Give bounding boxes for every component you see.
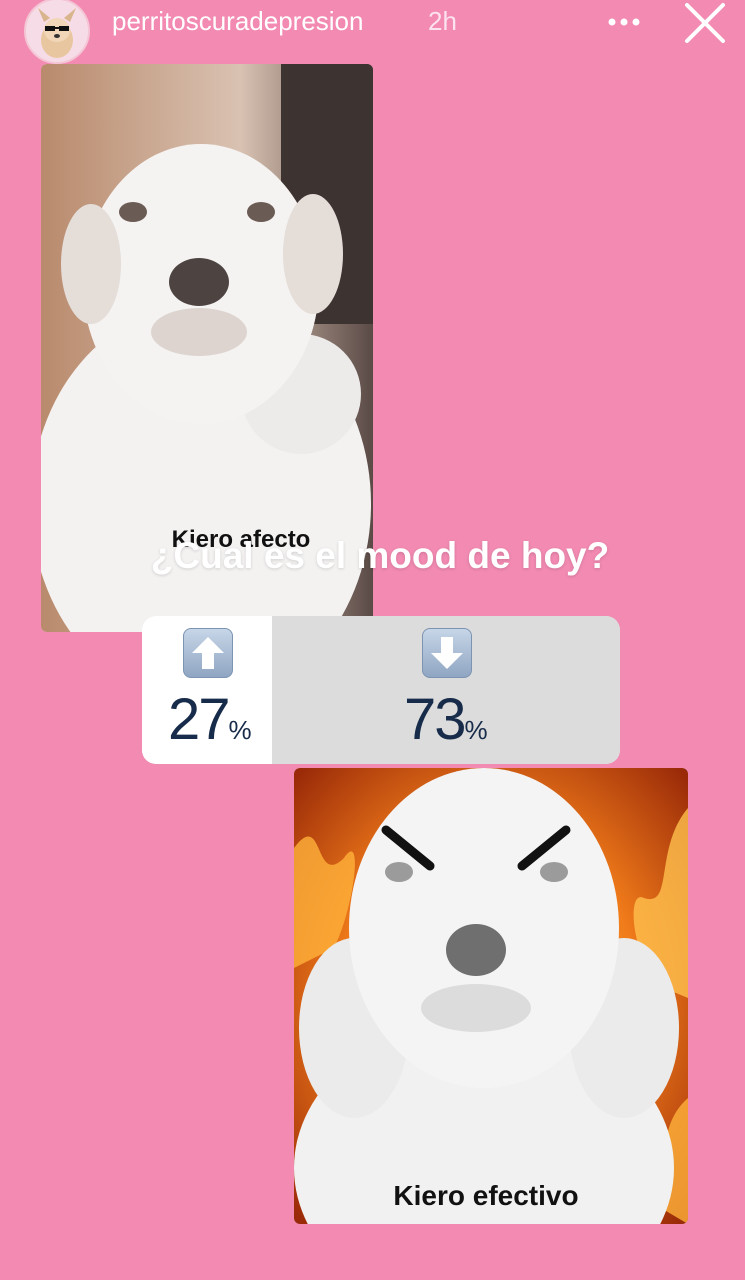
dog-with-sunglasses-icon (26, 0, 88, 62)
poll-percent-up: 27% (168, 686, 252, 753)
poll-question: ¿Cual es el mood de hoy? (150, 535, 610, 576)
poll-option-up[interactable]: 27% (142, 616, 272, 764)
percent-value: 27 (168, 687, 230, 752)
percent-sign: % (464, 715, 488, 745)
poll-sticker: 27% 73% (142, 616, 620, 764)
username[interactable]: perritoscuradepresion (112, 6, 363, 37)
avatar[interactable] (24, 0, 90, 64)
close-icon[interactable] (682, 0, 728, 46)
percent-sign: % (228, 715, 252, 745)
story-header: perritoscuradepresion 2h (0, 0, 745, 64)
arrow-up-emoji-icon (183, 628, 233, 678)
angry-puppy-fire-image (294, 768, 688, 1224)
more-horizontal-icon[interactable] (604, 6, 644, 36)
arrow-down-emoji-icon (422, 628, 472, 678)
poll-percent-down: 73% (404, 686, 488, 753)
timestamp: 2h (428, 6, 457, 36)
poll-option-down[interactable]: 73% (272, 616, 620, 764)
puppy-photo-bottom: Kiero efectivo (294, 768, 688, 1224)
percent-value: 73 (404, 687, 466, 752)
bottom-sticker-caption: Kiero efectivo (393, 1180, 579, 1211)
